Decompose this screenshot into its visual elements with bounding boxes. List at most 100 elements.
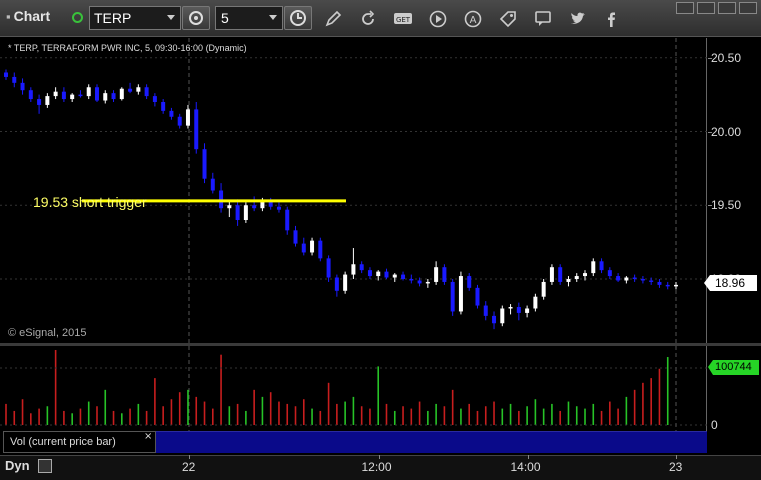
candle-body — [94, 87, 99, 101]
candle-body — [384, 271, 389, 278]
candle-body — [392, 274, 397, 278]
volume-bar — [658, 368, 661, 425]
chart-canvas[interactable] — [0, 0, 707, 455]
volume-bar — [567, 401, 570, 425]
candle-body — [318, 240, 323, 259]
volume-bar — [261, 396, 264, 425]
time-tick — [528, 455, 529, 459]
time-tick — [189, 455, 190, 459]
candle-body — [28, 90, 33, 100]
candle-body — [202, 149, 207, 179]
volume-bar — [501, 408, 504, 425]
volume-bar — [5, 403, 7, 425]
volume-bar — [211, 408, 214, 425]
price-tick-label: 20.50 — [711, 50, 742, 65]
volume-bar — [509, 403, 512, 425]
volume-bar — [360, 406, 363, 425]
volume-bar — [559, 410, 561, 425]
candle-body — [351, 264, 356, 275]
volume-bar — [286, 403, 289, 425]
candle-body — [20, 82, 25, 91]
volume-bar — [385, 403, 388, 425]
time-tick — [379, 455, 380, 459]
volume-study-label[interactable]: Vol (current price bar) — [3, 431, 156, 453]
volume-study-bar — [156, 431, 707, 453]
volume-bar — [104, 389, 107, 425]
candle-body — [301, 243, 306, 253]
candle-body — [574, 276, 579, 279]
volume-bar — [269, 392, 272, 425]
candle-body — [78, 94, 83, 97]
candle-body — [483, 305, 488, 316]
price-tick — [708, 131, 712, 133]
time-tick-label: 23 — [669, 460, 683, 474]
volume-bar — [542, 408, 545, 425]
time-tick-label: 14:00 — [510, 460, 541, 474]
volume-bar — [418, 401, 421, 425]
candle-body — [409, 279, 414, 281]
volume-bar — [121, 413, 123, 425]
candle-body — [161, 102, 166, 111]
volume-bar — [302, 399, 305, 425]
volume-bar — [369, 408, 371, 425]
volume-bar — [551, 403, 553, 425]
candle-body — [616, 276, 621, 281]
candle-body — [458, 276, 463, 312]
candle-body — [144, 87, 149, 97]
candle-body — [285, 209, 290, 231]
close-study-icon[interactable]: × — [144, 431, 152, 442]
candle-body — [152, 96, 157, 102]
candle-body — [467, 276, 472, 288]
candle-body — [591, 261, 596, 274]
price-axis[interactable] — [708, 38, 761, 343]
candle-body — [194, 109, 199, 150]
volume-bar — [377, 366, 380, 425]
volume-bar — [278, 401, 280, 425]
candle-body — [103, 93, 108, 101]
time-tick — [676, 455, 677, 459]
dynamic-mode-label[interactable]: Dyn — [5, 458, 30, 473]
candle-body — [367, 270, 372, 277]
volume-bar — [600, 410, 603, 425]
price-tick — [708, 205, 712, 207]
volume-bar — [21, 399, 24, 425]
candle-body — [566, 279, 571, 282]
volume-bar — [170, 399, 173, 425]
volume-bar — [526, 406, 528, 425]
candle-body — [243, 205, 248, 220]
candle-body — [525, 308, 530, 313]
volume-bar — [443, 406, 446, 425]
trigger-annotation: 19.53 short trigger — [33, 194, 147, 210]
candle-body — [450, 281, 455, 312]
close-icon[interactable] — [739, 2, 757, 14]
restore-icon[interactable] — [718, 2, 736, 14]
volume-bar — [336, 403, 338, 425]
candle-body — [533, 296, 538, 309]
candle-body — [442, 267, 447, 282]
volume-bar — [112, 410, 115, 425]
volume-bar — [534, 399, 537, 425]
candle-body — [276, 206, 281, 210]
lock-icon[interactable] — [38, 459, 52, 473]
volume-bar — [319, 410, 322, 425]
candle-body — [607, 270, 612, 277]
candle-body — [185, 109, 190, 126]
volume-tick-label: 0 — [711, 418, 718, 432]
volume-bar — [484, 406, 487, 425]
candle-body — [45, 96, 50, 105]
candle-body — [500, 308, 505, 324]
volume-bar — [187, 389, 189, 425]
candle-body — [376, 271, 381, 277]
candle-body — [111, 93, 116, 100]
candle-body — [227, 205, 232, 209]
volume-bar — [410, 408, 413, 425]
volume-bar — [650, 378, 652, 425]
volume-bar — [71, 413, 73, 425]
volume-bar — [137, 403, 140, 425]
candle-body — [401, 274, 406, 279]
volume-bar — [228, 406, 231, 425]
candle-body — [128, 88, 133, 92]
volume-bar — [393, 410, 396, 425]
candle-body — [334, 277, 339, 291]
volume-bar — [592, 403, 595, 425]
